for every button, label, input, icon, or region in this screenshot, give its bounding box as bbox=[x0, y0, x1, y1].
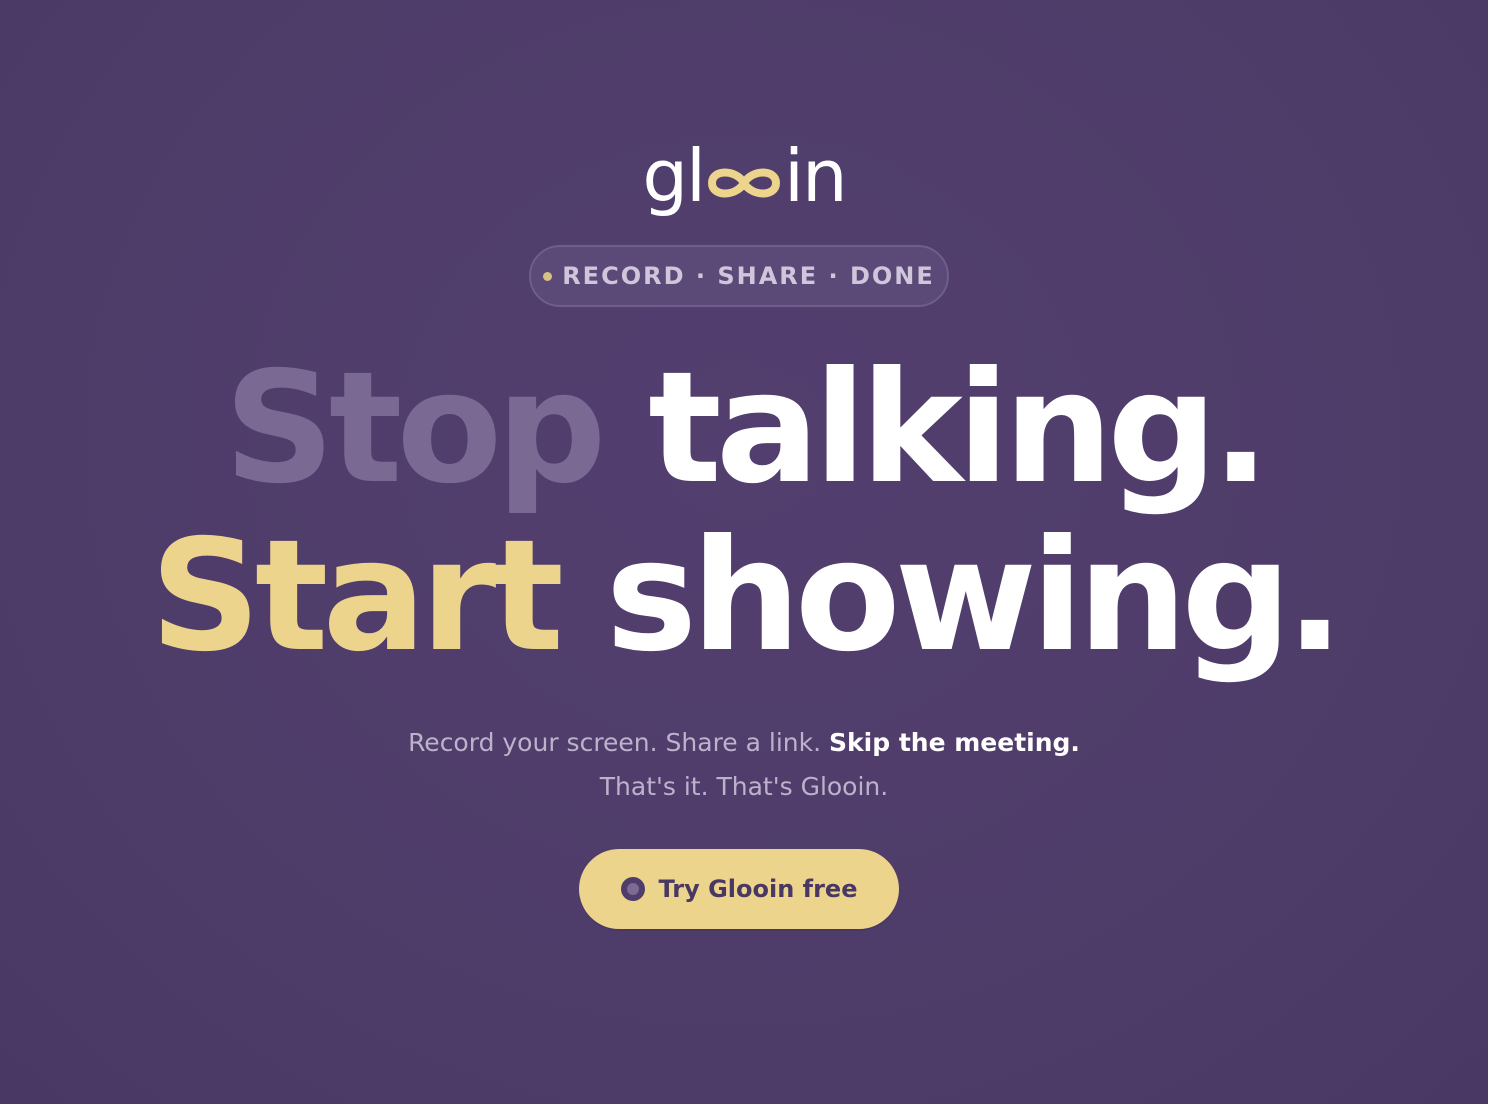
headline-word-showing: showing. bbox=[605, 507, 1345, 686]
landing-page: gl in RECORD · SHARE · DONE Stop talking… bbox=[0, 0, 1488, 1104]
badge-text: RECORD · SHARE · DONE bbox=[562, 262, 935, 290]
logo-wordmark: gl in bbox=[642, 134, 848, 218]
subtext-bold: Skip the meeting. bbox=[829, 728, 1080, 757]
tagline-badge: RECORD · SHARE · DONE bbox=[529, 245, 949, 307]
logo[interactable]: gl in bbox=[0, 112, 1488, 212]
infinity-loop-icon bbox=[706, 142, 782, 198]
record-icon bbox=[620, 877, 645, 901]
logo-text-suffix: in bbox=[784, 134, 848, 218]
try-free-button[interactable]: Try Glooin free bbox=[579, 849, 899, 929]
subtext-regular: Record your screen. Share a link. bbox=[408, 728, 822, 757]
try-free-button-label: Try Glooin free bbox=[658, 875, 858, 903]
headline-line-2: Start showing. bbox=[0, 520, 1488, 674]
record-icon-inner bbox=[626, 883, 639, 895]
subtext-line-1: Record your screen. Share a link. Skip t… bbox=[0, 730, 1488, 755]
headline-word-stop: Stop bbox=[223, 339, 607, 518]
subtext-line-2: That's it. That's Glooin. bbox=[599, 772, 889, 801]
logo-text-prefix: gl bbox=[642, 134, 706, 218]
headline-word-start: Start bbox=[149, 507, 564, 686]
headline-word-talking: talking. bbox=[648, 339, 1270, 518]
headline-line-1: Stop talking. bbox=[0, 352, 1488, 506]
badge-dot-icon bbox=[543, 271, 553, 281]
